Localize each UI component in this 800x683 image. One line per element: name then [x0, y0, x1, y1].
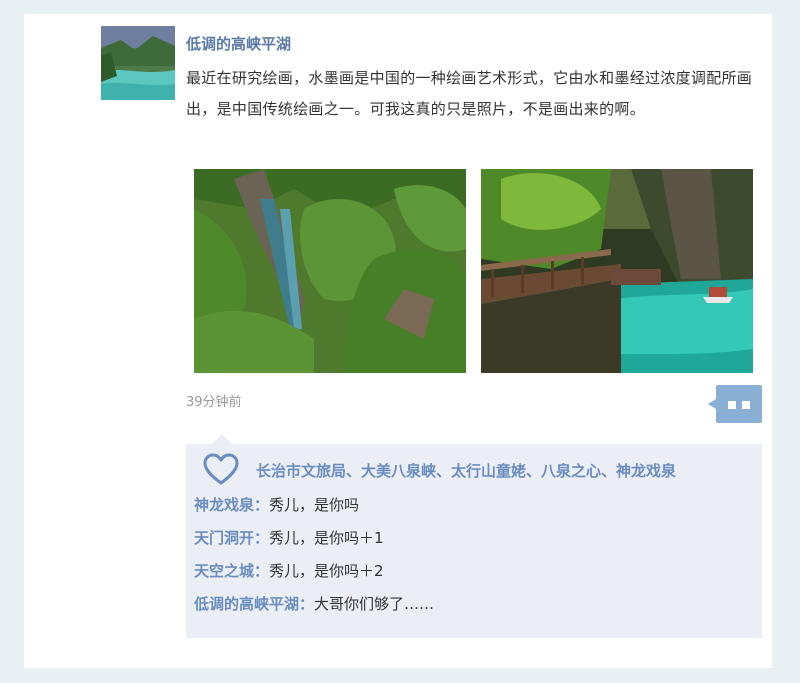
comment-row[interactable]: 低调的高峡平湖：大哥你们够了……: [194, 593, 434, 614]
post-photo[interactable]: [194, 169, 466, 373]
comment-dot-icon: [728, 401, 736, 409]
post-author[interactable]: 低调的高峡平湖: [186, 33, 291, 54]
post-timestamp: 39分钟前: [186, 395, 242, 410]
comment-separator: ：: [254, 496, 270, 514]
comment-author[interactable]: 神龙戏泉: [194, 496, 254, 514]
likes-list[interactable]: 长治市文旅局、大美八泉峡、太行山童姥、八泉之心、神龙戏泉: [256, 460, 676, 481]
comment-row[interactable]: 神龙戏泉：秀儿，是你吗: [194, 494, 359, 515]
comments-panel: 长治市文旅局、大美八泉峡、太行山童姥、八泉之心、神龙戏泉 神龙戏泉：秀儿，是你吗…: [186, 434, 762, 638]
comment-button[interactable]: [708, 385, 762, 423]
comment-row[interactable]: 天空之城：秀儿，是你吗＋2: [194, 560, 384, 581]
comment-text: 秀儿，是你吗＋2: [269, 562, 384, 580]
heart-outline-icon: [202, 452, 240, 486]
comment-author[interactable]: 低调的高峡平湖: [194, 595, 299, 613]
avatar[interactable]: [101, 26, 175, 100]
comment-row[interactable]: 天门洞开：秀儿，是你吗＋1: [194, 527, 384, 548]
post-content: 最近在研究绘画，水墨画是中国的一种绘画艺术形式，它由水和墨经过浓度调配所画出，是…: [186, 69, 753, 118]
comment-dot-icon: [742, 401, 750, 409]
comment-text: 秀儿，是你吗: [269, 496, 360, 514]
comment-separator: ：: [254, 529, 270, 547]
comment-author[interactable]: 天门洞开: [194, 529, 254, 547]
comment-text: 大哥你们够了……: [314, 595, 435, 613]
post-photo[interactable]: [481, 169, 753, 373]
comment-text: 秀儿，是你吗＋1: [269, 529, 384, 547]
comment-separator: ：: [254, 562, 270, 580]
comment-separator: ：: [299, 595, 315, 613]
comment-author[interactable]: 天空之城: [194, 562, 254, 580]
